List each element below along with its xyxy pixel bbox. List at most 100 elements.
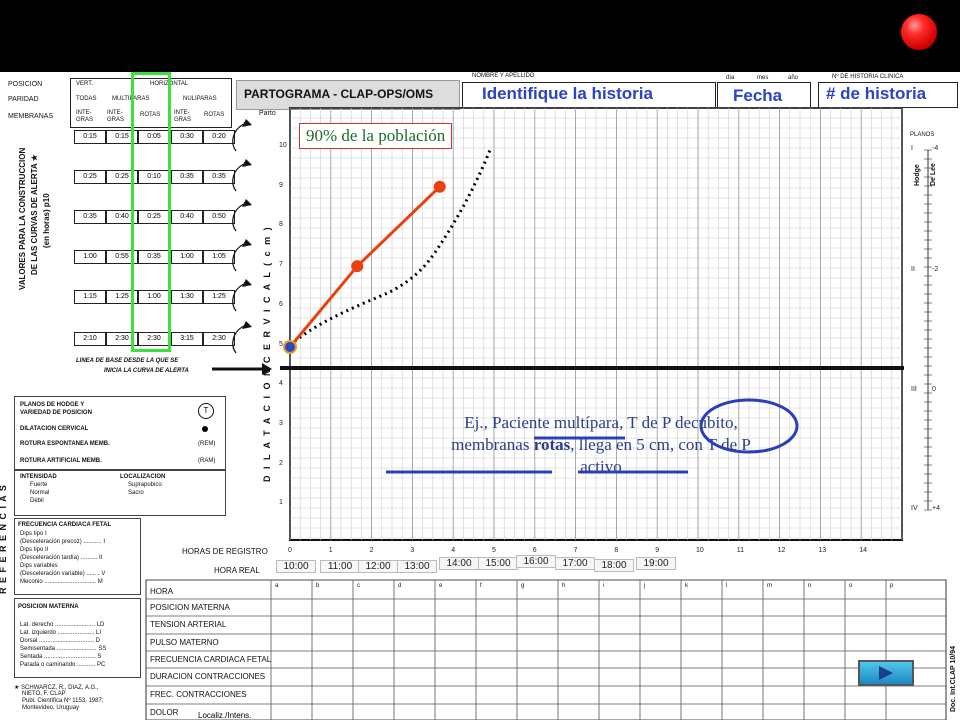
- hodge-label: Hodge: [914, 164, 921, 186]
- note-line-1: Ej., Paciente multípara, T de P decúbito…: [464, 413, 738, 432]
- real-time-label: 11:00: [320, 560, 360, 573]
- ref-planos: PLANOS DE HODGE Y VARIEDAD DE POSICION: [20, 402, 92, 416]
- x-tick-label: 9: [655, 547, 660, 554]
- planos-label: PLANOS: [910, 132, 935, 138]
- table-column-letter: c: [357, 583, 360, 589]
- hora-real-label: HORA REAL: [214, 566, 260, 575]
- table-row-label: TENSION ARTERIAL: [150, 620, 227, 629]
- x-tick-label: 6: [532, 547, 537, 554]
- table-column-letter: o: [849, 583, 853, 589]
- plane-num: -4: [932, 145, 939, 152]
- pm-item: Lat. izquierdo ...................... LI: [20, 630, 102, 636]
- table-column-letter: f: [480, 583, 482, 589]
- referencias-label: R E F E R E N C I A S: [0, 484, 8, 594]
- fcf-item: Dips tipo II: [20, 547, 49, 553]
- fcf-item: (Desceleración variable) ........ V: [20, 571, 106, 577]
- ref-fcf: FRECUENCIA CARDIACA FETAL: [18, 522, 112, 528]
- table-column-letter: i: [603, 583, 605, 589]
- ref-suprapubico: Suprapubico: [128, 482, 162, 488]
- ref-normal: Normal: [30, 490, 50, 496]
- table-row-label: DURACION CONTRACCIONES: [150, 672, 266, 681]
- x-tick-label: 14: [859, 547, 867, 554]
- x-tick-label: 5: [492, 547, 496, 554]
- y-tick-label: 7: [279, 261, 283, 269]
- example-note: Ej., Paciente multípara, T de P decúbito…: [376, 412, 826, 478]
- pm-item: Sentada ............................... …: [20, 654, 102, 660]
- x-tick-label: 13: [818, 547, 827, 554]
- doc-code: Doc. Int.CLAP 10/94: [950, 645, 957, 712]
- y-tick-label: 3: [279, 419, 283, 427]
- table-column-letter: p: [890, 583, 894, 589]
- plane-roman: II: [911, 266, 915, 273]
- dolor-sub-label: Localiz./Intens.: [198, 711, 252, 720]
- x-tick-label: 2: [369, 547, 374, 554]
- patient-curve: [288, 185, 441, 348]
- plane-roman: IV: [911, 505, 918, 512]
- fcf-item: Meconio ............................... …: [20, 579, 103, 585]
- dilatacion-dot-icon: [202, 426, 208, 432]
- x-tick-label: 10: [696, 547, 704, 554]
- fcf-item: (Desceleración precoz) ........... I: [20, 539, 106, 545]
- dilation-point: [433, 180, 446, 193]
- y-tick-label: 1: [279, 499, 283, 507]
- real-time-label: 19:00: [636, 557, 676, 570]
- ref-posicion-materna: POSICION MATERNA: [18, 604, 79, 610]
- table-column-letter: l: [726, 583, 728, 589]
- plane-num: +4: [932, 505, 940, 512]
- table-column-letter: h: [562, 583, 566, 589]
- table-column-letter: n: [808, 583, 812, 589]
- real-time-label: 10:00: [276, 560, 316, 573]
- pm-item: Semisentada ........................ SS: [20, 646, 107, 652]
- cite-3: Publ. Científica Nº 1153, 1987;: [22, 698, 104, 704]
- play-arrow-icon: [879, 666, 893, 680]
- y-tick-label: 4: [279, 380, 283, 388]
- real-time-label: 15:00: [478, 557, 518, 570]
- table-row-label: FRECUENCIA CARDIACA FETAL: [150, 655, 272, 664]
- table-column-letter: a: [275, 583, 279, 589]
- real-time-label: 18:00: [594, 559, 634, 572]
- pm-item: Parada o caminando ........... PC: [20, 662, 106, 668]
- y-tick-label: 5: [279, 340, 283, 348]
- ref-rem-code: (REM): [198, 441, 216, 447]
- plane-num: -2: [932, 266, 939, 273]
- cite-2: NIETO, F. CLAP: [22, 691, 66, 697]
- ref-localizacion: LOCALIZACION: [120, 474, 166, 480]
- plane-num: 0: [932, 386, 936, 393]
- next-slide-button[interactable]: [858, 660, 914, 686]
- note-line-3: activo: [580, 457, 622, 476]
- table-column-letter: m: [767, 583, 772, 589]
- table-column-letter: e: [439, 583, 443, 589]
- table-column-letter: k: [685, 583, 688, 589]
- ref-sacro: Sacro: [128, 490, 144, 496]
- y-tick-label: 8: [279, 221, 283, 229]
- y-tick-label: 9: [279, 181, 283, 189]
- note-line-2: membranas rotas, llega en 5 cm, con T de…: [451, 435, 751, 454]
- position-symbol-icon: T: [198, 403, 214, 419]
- x-tick-label: 8: [614, 547, 619, 554]
- x-tick-label: 4: [451, 547, 456, 554]
- dilatacion-label: D I L A T A C I O N C E R V I C A L ( c …: [262, 225, 272, 482]
- horas-registro-label: HORAS DE REGISTRO: [182, 547, 268, 556]
- y-tick-label: 6: [279, 300, 283, 308]
- table-row-label: PULSO MATERNO: [150, 638, 219, 647]
- ref-dilatacion: DILATACION CERVICAL: [20, 426, 89, 432]
- plane-roman: III: [911, 386, 917, 393]
- x-tick-label: 11: [736, 547, 745, 554]
- table-row-label: POSICION MATERNA: [150, 603, 230, 612]
- fcf-item: Dips tipo I: [20, 531, 47, 537]
- y-tick-label: 2: [279, 459, 283, 467]
- start-point: [285, 342, 295, 352]
- real-time-label: 13:00: [397, 560, 437, 573]
- table-column-letter: g: [521, 583, 525, 589]
- cite-4: Montevideo, Uruguay: [22, 705, 80, 711]
- real-time-label: 16:00: [516, 555, 556, 568]
- x-tick-label: 7: [573, 547, 578, 554]
- y-tick-label: 10: [279, 142, 287, 149]
- x-tick-label: 12: [777, 547, 786, 554]
- alert-curve: [289, 149, 492, 347]
- table-column-letter: b: [316, 583, 320, 589]
- ref-debil: Débil: [30, 498, 44, 504]
- dilation-point: [351, 260, 364, 273]
- delee-label: De Lee: [930, 163, 937, 186]
- ref-ram: ROTURA ARTIFICIAL MEMB.: [20, 458, 102, 464]
